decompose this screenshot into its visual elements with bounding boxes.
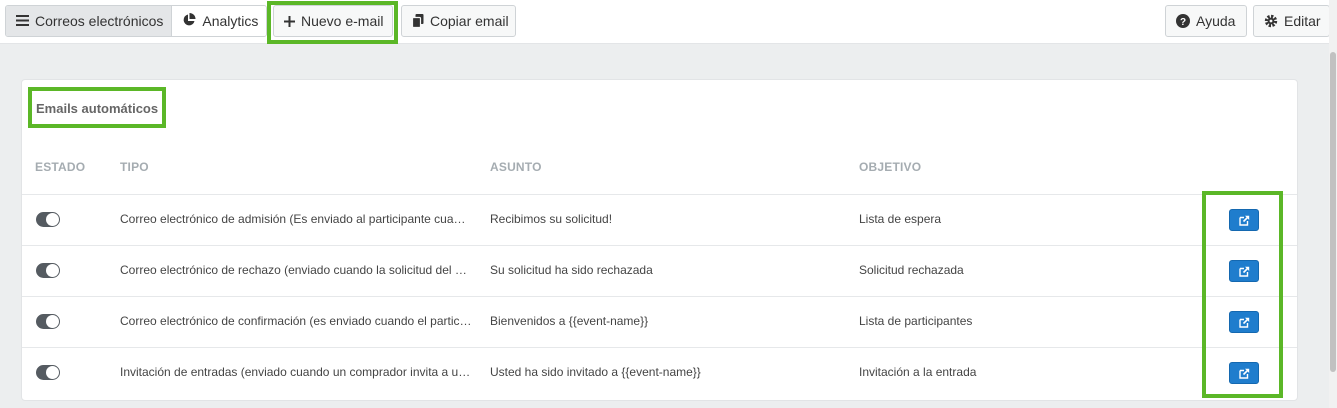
new-email-label: Nuevo e-mail (301, 13, 384, 29)
external-edit-icon (1238, 368, 1250, 379)
tab-label: Analytics (202, 13, 259, 29)
edit-email-button[interactable] (1229, 311, 1259, 333)
row-tipo: Correo electrónico de admisión (Es envia… (120, 212, 472, 226)
tab-label: Correos electrónicos (35, 13, 164, 29)
edit-settings-label: Editar (1284, 13, 1321, 29)
row-asunto: Su solicitud ha sido rechazada (490, 263, 653, 277)
view-tabs: Correos electrónicos Analytics (5, 5, 268, 37)
row-objetivo: Lista de espera (859, 212, 942, 226)
gear-icon (1264, 14, 1278, 28)
edit-email-button[interactable] (1229, 260, 1259, 282)
row-objetivo: Lista de participantes (859, 314, 973, 328)
row-asunto: Usted ha sido invitado a {{event-name}} (490, 365, 701, 379)
pie-chart-icon (182, 12, 196, 30)
external-edit-icon (1238, 215, 1250, 226)
help-button[interactable]: ? Ayuda (1165, 5, 1247, 37)
edit-settings-button[interactable]: Editar (1253, 5, 1330, 37)
table-row: Correo electrónico de admisión (Es envia… (22, 194, 1297, 245)
external-edit-icon (1238, 266, 1250, 277)
top-toolbar: Correos electrónicos Analytics Nuevo e-m… (0, 0, 1330, 44)
table-row: Invitación de entradas (enviado cuando u… (22, 347, 1297, 398)
status-toggle[interactable] (36, 212, 60, 227)
external-edit-icon (1238, 317, 1250, 328)
row-tipo: Invitación de entradas (enviado cuando u… (120, 365, 472, 379)
status-toggle[interactable] (36, 263, 60, 278)
question-circle-icon: ? (1176, 14, 1190, 28)
tab-correos[interactable]: Correos electrónicos (6, 6, 173, 36)
column-header-objetivo: OBJETIVO (859, 160, 922, 174)
column-header-estado: ESTADO (35, 160, 86, 174)
row-asunto: Bienvenidos a {{event-name}} (490, 314, 649, 328)
card-title: Emails automáticos (36, 101, 159, 116)
edit-email-button[interactable] (1229, 362, 1259, 384)
row-objetivo: Invitación a la entrada (859, 365, 977, 379)
column-header-tipo: TIPO (120, 160, 149, 174)
table-row: Correo electrónico de confirmación (es e… (22, 296, 1297, 347)
auto-emails-card: Emails automáticos ESTADO TIPO ASUNTO OB… (21, 79, 1298, 401)
status-toggle[interactable] (36, 365, 60, 380)
scrollbar-thumb[interactable] (1330, 52, 1336, 372)
row-objetivo: Solicitud rechazada (859, 263, 964, 277)
row-tipo: Correo electrónico de confirmación (es e… (120, 314, 472, 328)
table-row: Correo electrónico de rechazo (enviado c… (22, 245, 1297, 296)
plus-icon (284, 15, 295, 27)
row-tipo: Correo electrónico de rechazo (enviado c… (120, 263, 472, 277)
column-header-asunto: ASUNTO (490, 160, 542, 174)
help-label: Ayuda (1196, 13, 1236, 29)
edit-email-button[interactable] (1229, 209, 1259, 231)
status-toggle[interactable] (36, 314, 60, 329)
new-email-button[interactable]: Nuevo e-mail (273, 5, 393, 37)
row-asunto: Recibimos su solicitud! (490, 212, 613, 226)
hamburger-icon (16, 13, 29, 29)
tab-analytics[interactable]: Analytics (172, 6, 267, 36)
copy-email-label: Copiar email (430, 13, 509, 29)
copy-email-button[interactable]: Copiar email (401, 5, 516, 37)
copy-icon (412, 14, 424, 28)
svg-text:?: ? (1180, 17, 1186, 28)
